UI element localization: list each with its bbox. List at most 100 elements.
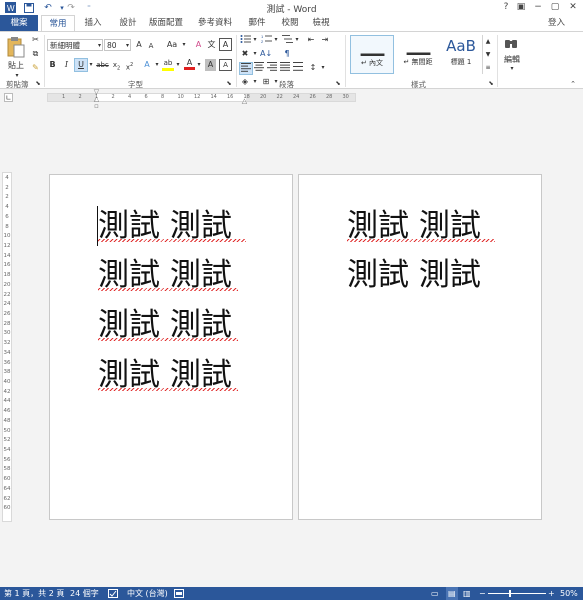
copy-icon[interactable]: ⧉ <box>30 48 41 60</box>
font-color-button[interactable]: A <box>184 58 195 70</box>
line-spacing-dropdown-icon[interactable]: ▾ <box>320 62 326 74</box>
align-right-icon[interactable] <box>266 62 278 74</box>
change-case-button[interactable]: Aa <box>164 39 180 51</box>
align-left-icon[interactable] <box>239 62 253 75</box>
shrink-font-button[interactable]: A <box>146 40 156 52</box>
right-indent-marker-icon[interactable]: △ <box>241 98 248 105</box>
style-heading-1[interactable]: AaB 標題 1 <box>441 35 481 74</box>
language-status[interactable]: 中文 (台灣) <box>127 587 168 600</box>
tab-mailings[interactable]: 郵件 <box>240 15 274 31</box>
styles-scroll[interactable]: ▲ ▼ ≡ <box>482 35 493 74</box>
tab-references[interactable]: 參考資料 <box>190 15 240 31</box>
multilevel-dropdown-icon[interactable]: ▾ <box>294 34 300 46</box>
tab-layout[interactable]: 版面配置 <box>142 15 190 31</box>
tab-home[interactable]: 常用 <box>41 15 75 31</box>
help-button[interactable]: ? <box>499 1 513 14</box>
increase-indent-icon[interactable]: ⇥ <box>319 34 331 46</box>
tab-view[interactable]: 檢視 <box>304 15 338 31</box>
ribbon-display-button[interactable]: ▣ <box>514 1 528 14</box>
vertical-ruler[interactable]: 4 2 2 4 6 8 10 12 14 16 18 20 22 24 26 28 30 32 34 36 38 40 42… <box>2 172 12 522</box>
borders-icon[interactable]: ⊞ <box>260 76 272 88</box>
sort-icon[interactable]: A↓ <box>260 48 272 60</box>
page-count[interactable]: 第 1 頁，共 2 頁 <box>4 587 64 600</box>
word-count[interactable]: 24 個字 <box>70 587 99 600</box>
chevron-down-icon[interactable]: ▾ <box>98 40 101 52</box>
numbering-dropdown-icon[interactable]: ▾ <box>273 34 279 46</box>
page1-line-1[interactable]: 測試 測試 <box>98 209 232 243</box>
page1-line-2[interactable]: 測試 測試 <box>98 258 232 292</box>
zoom-out-button[interactable]: − <box>479 587 486 600</box>
change-case-dropdown-icon[interactable]: ▾ <box>181 39 187 51</box>
sign-in-link[interactable]: 登入 <box>548 15 565 31</box>
binoculars-icon[interactable] <box>504 37 520 51</box>
zoom-level[interactable]: 50% <box>560 587 578 600</box>
tab-review[interactable]: 校閱 <box>273 15 307 31</box>
zoom-slider-thumb[interactable] <box>509 590 511 597</box>
phonetic-guide-icon[interactable]: 文 <box>206 39 217 51</box>
strikethrough-button[interactable]: abc <box>96 59 109 71</box>
shading-dropdown-icon[interactable]: ▾ <box>252 76 258 88</box>
page2-line-1[interactable]: 測試 測試 <box>347 209 481 243</box>
bullets-dropdown-icon[interactable]: ▾ <box>252 34 258 46</box>
restore-button[interactable]: ▢ <box>548 1 562 14</box>
highlight-button[interactable]: ab <box>162 59 174 71</box>
underline-dropdown-icon[interactable]: ▾ <box>88 59 94 71</box>
distributed-icon[interactable] <box>292 62 304 74</box>
highlight-dropdown-icon[interactable]: ▾ <box>175 59 181 71</box>
zoom-in-button[interactable]: + <box>548 587 555 600</box>
paste-icon[interactable] <box>6 36 26 60</box>
style-normal[interactable]: ▁▁ ↵ 內文 <box>350 35 394 74</box>
page2-line-2[interactable]: 測試 測試 <box>347 258 481 292</box>
zoom-slider[interactable] <box>488 593 546 594</box>
font-color-dropdown-icon[interactable]: ▾ <box>196 59 202 71</box>
enclose-characters-icon[interactable]: A <box>219 38 232 51</box>
chevron-down-icon[interactable]: ▾ <box>126 40 129 52</box>
close-button[interactable]: ✕ <box>566 1 580 14</box>
svg-text:2: 2 <box>261 39 264 44</box>
proofing-icon[interactable] <box>108 587 118 600</box>
page-2[interactable]: 測試 測試 測試 測試 <box>298 174 542 520</box>
font-size-box[interactable]: 80 ▾ <box>104 39 131 51</box>
minimize-button[interactable]: − <box>531 1 545 14</box>
line-spacing-icon[interactable]: ↕ <box>307 62 319 74</box>
bullets-icon[interactable] <box>239 34 251 46</box>
font-name-box[interactable]: 新細明體 ▾ <box>47 39 103 51</box>
format-painter-icon[interactable]: ✎ <box>30 62 41 74</box>
numbering-icon[interactable]: 12 <box>260 34 272 46</box>
read-mode-icon[interactable]: ▭ <box>431 587 439 600</box>
ruler-tick-label: 4 <box>128 94 132 100</box>
justify-icon[interactable] <box>279 62 291 74</box>
multilevel-list-icon[interactable] <box>281 34 293 46</box>
chinese-layout-icon[interactable]: ✖ <box>239 48 251 60</box>
editing-dropdown-icon[interactable]: ▾ <box>508 63 516 75</box>
page-1[interactable]: 測試 測試 測試 測試 測試 測試 測試 測試 <box>49 174 293 520</box>
cut-icon[interactable]: ✂ <box>30 34 41 46</box>
text-effects-dropdown-icon[interactable]: ▾ <box>154 59 160 71</box>
character-shading-button[interactable]: A <box>205 59 216 71</box>
decrease-indent-icon[interactable]: ⇤ <box>305 34 317 46</box>
chinese-layout-dropdown-icon[interactable]: ▾ <box>252 48 258 60</box>
italic-button[interactable]: I <box>61 59 72 71</box>
page1-line-3[interactable]: 測試 測試 <box>98 308 232 342</box>
macro-record-icon[interactable] <box>174 587 184 600</box>
web-layout-icon[interactable]: ▥ <box>463 587 471 600</box>
tab-design[interactable]: 設計 <box>111 15 145 31</box>
indent-marker-icon[interactable]: ▽ △ ▫ <box>93 89 100 110</box>
show-formatting-icon[interactable]: ¶ <box>281 48 293 60</box>
character-border-icon[interactable]: A <box>219 59 232 71</box>
style-no-spacing[interactable]: ▁▁ ↵ 無間距 <box>396 35 440 74</box>
text-effects-button[interactable]: A <box>141 59 153 71</box>
print-layout-icon[interactable]: ▤ <box>446 587 458 600</box>
superscript-button[interactable]: x2 <box>124 59 135 71</box>
clear-formatting-icon[interactable]: A <box>193 39 204 51</box>
grow-font-button[interactable]: A <box>134 39 144 51</box>
tab-selector-icon[interactable]: ∟ <box>4 93 13 102</box>
bold-button[interactable]: B <box>47 59 58 71</box>
shading-icon[interactable]: ◈ <box>239 76 251 88</box>
subscript-button[interactable]: x2 <box>111 59 122 71</box>
align-center-icon[interactable] <box>253 62 265 74</box>
underline-button[interactable]: U <box>74 58 88 72</box>
tab-file[interactable]: 檔案 <box>0 15 38 31</box>
tab-insert[interactable]: 插入 <box>76 15 110 31</box>
page1-line-4[interactable]: 測試 測試 <box>98 358 232 392</box>
